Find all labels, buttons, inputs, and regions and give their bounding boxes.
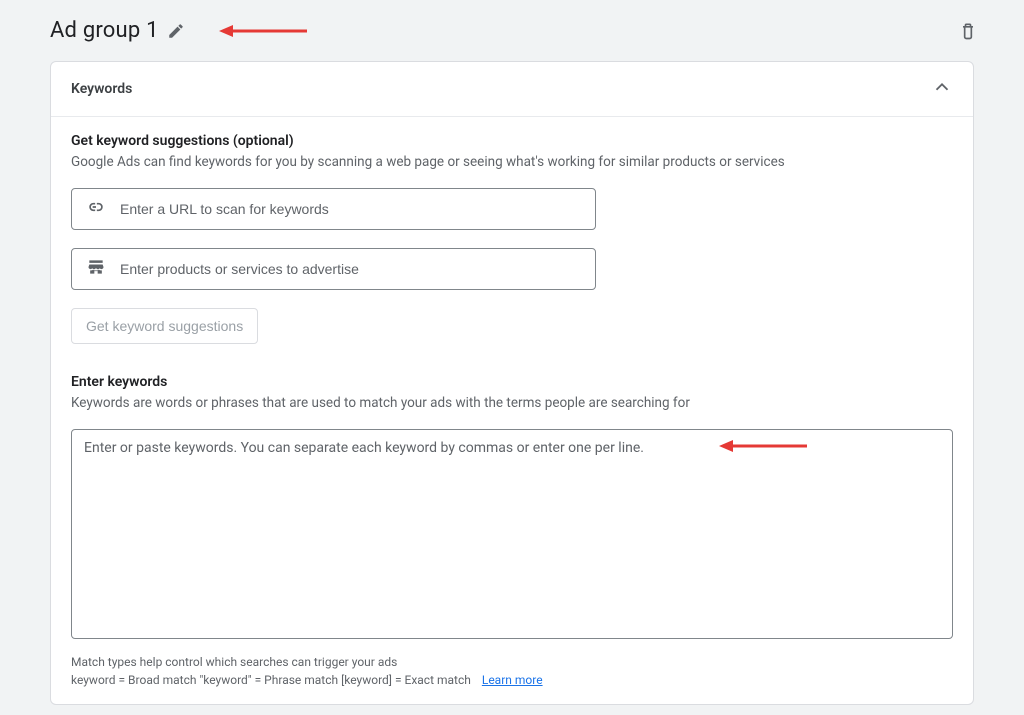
link-icon — [86, 197, 106, 221]
edit-icon[interactable] — [167, 22, 185, 40]
ad-group-title: Ad group 1 — [50, 18, 159, 43]
suggestions-subtext: Google Ads can find keywords for you by … — [71, 153, 953, 172]
product-input[interactable] — [120, 261, 581, 277]
product-field[interactable] — [71, 248, 596, 290]
hint-line-2: keyword = Broad match "keyword" = Phrase… — [71, 673, 471, 687]
storefront-icon — [86, 257, 106, 281]
url-input[interactable] — [120, 201, 581, 217]
keywords-card: Keywords Get keyword suggestions (option… — [50, 61, 974, 705]
match-types-hint: Match types help control which searches … — [71, 653, 953, 690]
enter-keywords-subtext: Keywords are words or phrases that are u… — [71, 394, 953, 413]
card-title: Keywords — [71, 81, 132, 97]
annotation-arrow-icon — [219, 23, 307, 39]
card-header[interactable]: Keywords — [51, 62, 973, 117]
hint-line-1: Match types help control which searches … — [71, 653, 953, 672]
annotation-arrow-icon — [719, 438, 807, 454]
delete-icon[interactable] — [958, 21, 978, 41]
enter-keywords-heading: Enter keywords — [71, 374, 953, 390]
title-row: Ad group 1 — [50, 18, 974, 43]
url-field[interactable] — [71, 188, 596, 230]
chevron-up-icon — [931, 76, 953, 102]
suggestions-heading: Get keyword suggestions (optional) — [71, 133, 953, 149]
keywords-textarea[interactable] — [71, 429, 953, 639]
get-suggestions-button: Get keyword suggestions — [71, 308, 258, 344]
learn-more-link[interactable]: Learn more — [482, 673, 543, 687]
